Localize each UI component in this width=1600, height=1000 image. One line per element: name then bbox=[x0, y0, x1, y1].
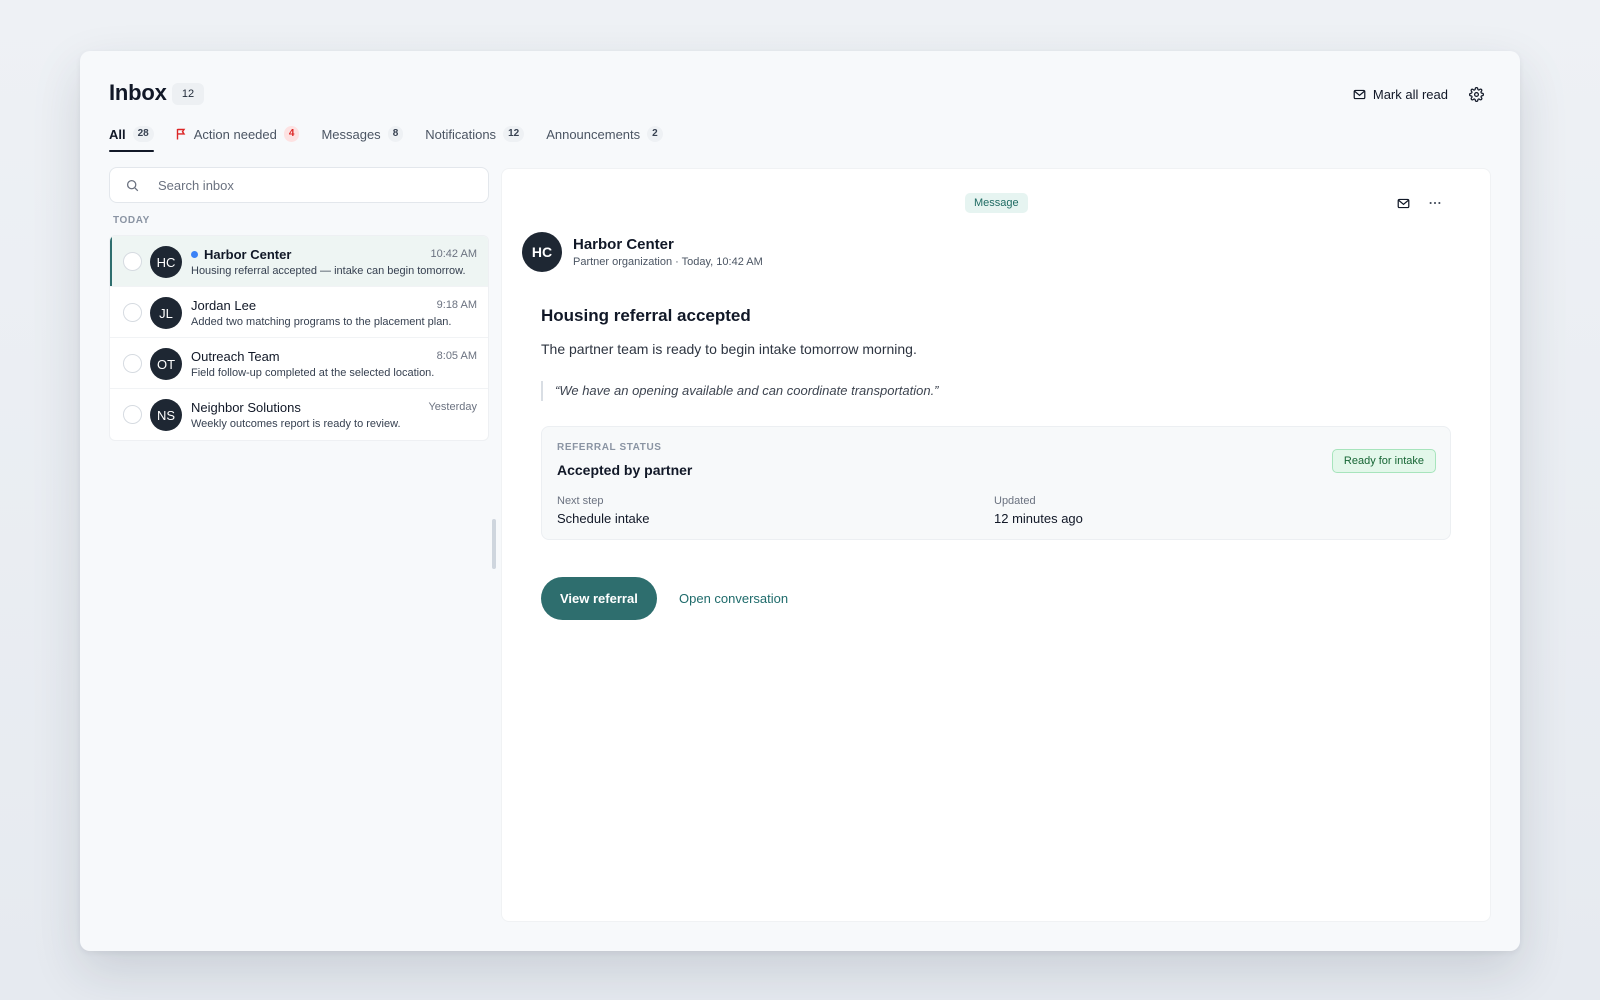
search-input[interactable] bbox=[158, 177, 458, 193]
mark-all-read-button[interactable]: Mark all read bbox=[1353, 83, 1448, 105]
more-options-button[interactable] bbox=[1427, 195, 1443, 211]
message-subject: Housing referral accepted bbox=[541, 306, 751, 325]
tab-action-needed[interactable]: Action needed 4 bbox=[176, 122, 300, 152]
avatar: JL bbox=[150, 297, 182, 329]
tab-label: Announcements bbox=[546, 126, 641, 142]
sender-name: Neighbor Solutions bbox=[191, 400, 301, 415]
preview-text: Housing referral accepted — intake can b… bbox=[191, 265, 466, 277]
sender-name: Harbor Center bbox=[573, 236, 674, 253]
updated-label: Updated bbox=[994, 495, 1036, 507]
preview-text: Added two matching programs to the place… bbox=[191, 316, 452, 328]
sender-name-text: Harbor Center bbox=[204, 247, 292, 262]
tab-label: Notifications bbox=[425, 126, 497, 142]
message-type-chip: Message bbox=[965, 193, 1028, 213]
next-step-value: Schedule intake bbox=[557, 511, 650, 526]
tab-label: All bbox=[109, 126, 126, 142]
mark-unread-button[interactable] bbox=[1395, 195, 1411, 211]
avatar: NS bbox=[150, 399, 182, 431]
search-box bbox=[109, 167, 489, 203]
tab-all[interactable]: All 28 bbox=[109, 122, 154, 152]
inbox-count-badge: 12 bbox=[172, 83, 204, 105]
message-quote: “We have an opening available and can co… bbox=[541, 381, 939, 401]
avatar: OT bbox=[150, 348, 182, 380]
message-body: The partner team is ready to begin intak… bbox=[541, 341, 917, 357]
preview-text: Field follow-up completed at the selecte… bbox=[191, 367, 435, 379]
sender-name: Harbor Center bbox=[191, 247, 291, 262]
message-detail-pane: Message HC Harbor Center Partner organiz… bbox=[501, 168, 1491, 922]
message-list: HC Harbor Center 10:42 AM Housing referr… bbox=[109, 235, 489, 441]
tab-messages[interactable]: Messages 8 bbox=[321, 122, 404, 152]
list-item[interactable]: HC Harbor Center 10:42 AM Housing referr… bbox=[110, 236, 488, 287]
tab-count: 12 bbox=[503, 126, 525, 142]
list-group-label: TODAY bbox=[113, 215, 150, 226]
filter-tabs: All 28 Action needed 4 Messages 8 Notifi… bbox=[109, 122, 685, 152]
preview-text: Weekly outcomes report is ready to revie… bbox=[191, 418, 401, 430]
open-conversation-link[interactable]: Open conversation bbox=[679, 591, 788, 606]
tab-count: 8 bbox=[387, 126, 404, 142]
tab-count: 2 bbox=[647, 126, 663, 142]
referral-status-card: REFERRAL STATUS Accepted by partner Read… bbox=[541, 426, 1451, 540]
tab-count: 28 bbox=[132, 126, 154, 142]
sender-meta: Partner organization · Today, 10:42 AM bbox=[573, 256, 763, 268]
tab-count: 4 bbox=[283, 126, 300, 142]
page-title: Inbox bbox=[109, 80, 167, 105]
tab-label: Messages bbox=[321, 126, 381, 142]
timestamp: Yesterday bbox=[428, 401, 477, 413]
mail-icon bbox=[1353, 89, 1366, 99]
timestamp: 9:18 AM bbox=[436, 299, 477, 311]
select-checkbox[interactable] bbox=[123, 303, 142, 322]
tab-announcements[interactable]: Announcements 2 bbox=[546, 122, 663, 152]
tab-label: Action needed bbox=[193, 126, 277, 142]
updated-value: 12 minutes ago bbox=[994, 511, 1083, 526]
more-horizontal-icon bbox=[1429, 201, 1441, 205]
sender-name: Jordan Lee bbox=[191, 298, 257, 313]
timestamp: 10:42 AM bbox=[430, 248, 477, 260]
list-item[interactable]: NS Neighbor Solutions Yesterday Weekly o… bbox=[110, 389, 488, 440]
mark-all-read-label: Mark all read bbox=[1372, 86, 1448, 102]
list-item[interactable]: OT Outreach Team 8:05 AM Field follow-up… bbox=[110, 338, 488, 389]
select-checkbox[interactable] bbox=[123, 252, 142, 271]
status-value: Accepted by partner bbox=[557, 462, 693, 478]
sender-avatar: HC bbox=[522, 232, 562, 272]
avatar: HC bbox=[150, 246, 182, 278]
tab-notifications[interactable]: Notifications 12 bbox=[425, 122, 525, 152]
inbox-window: Inbox 12 Mark all read All 28 Action nee… bbox=[80, 51, 1520, 951]
gear-icon bbox=[1468, 86, 1484, 102]
unread-dot bbox=[191, 251, 198, 258]
timestamp: 8:05 AM bbox=[436, 350, 477, 362]
flag-icon bbox=[176, 128, 186, 140]
status-badge: Ready for intake bbox=[1331, 449, 1436, 473]
status-label: REFERRAL STATUS bbox=[557, 442, 662, 453]
search-icon bbox=[126, 179, 139, 191]
settings-button[interactable] bbox=[1466, 84, 1486, 104]
list-item[interactable]: JL Jordan Lee 9:18 AM Added two matching… bbox=[110, 287, 488, 338]
next-step-label: Next step bbox=[557, 495, 604, 507]
select-checkbox[interactable] bbox=[123, 354, 142, 373]
mail-unread-icon bbox=[1397, 198, 1409, 208]
pane-resize-handle[interactable] bbox=[492, 519, 496, 569]
view-referral-button[interactable]: View referral bbox=[541, 577, 657, 620]
select-checkbox[interactable] bbox=[123, 405, 142, 424]
sender-name: Outreach Team bbox=[191, 349, 280, 364]
